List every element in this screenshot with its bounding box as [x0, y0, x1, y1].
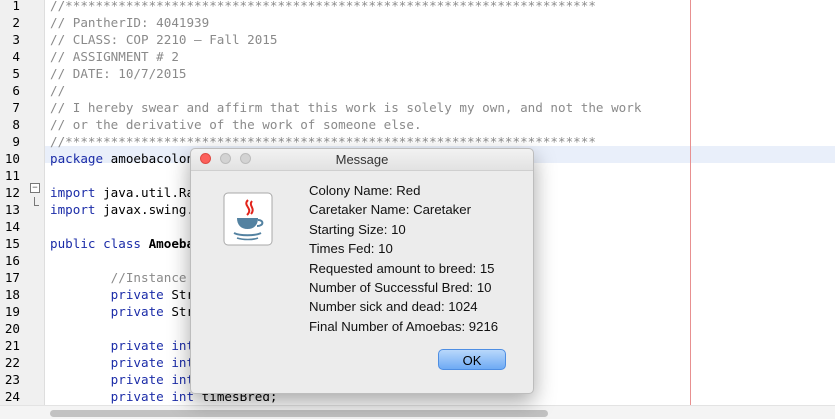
message-line: Requested amount to breed: 15 [309, 260, 495, 276]
line-number: 11 [4, 168, 20, 183]
code-token: // CLASS: COP 2210 – Fall 2015 [50, 32, 278, 47]
ok-button[interactable]: OK [438, 349, 506, 370]
line-number: 9 [12, 134, 20, 149]
code-token: private [50, 338, 164, 353]
message-line: Starting Size: 10 [309, 221, 406, 237]
line-number: 14 [4, 219, 20, 234]
fold-collapse-icon[interactable]: − [30, 183, 40, 193]
code-text[interactable]: // CLASS: COP 2210 – Fall 2015 [50, 31, 277, 48]
code-text[interactable]: // [50, 82, 65, 99]
message-line: Number of Successful Bred: 10 [309, 280, 492, 295]
code-token: import [50, 185, 96, 200]
line-number: 21 [4, 338, 20, 353]
code-text[interactable]: // DATE: 10/7/2015 [50, 65, 186, 82]
message-line: Colony Name: Red [309, 183, 421, 198]
code-token: // DATE: 10/7/2015 [50, 66, 187, 81]
line-number: 1 [12, 0, 20, 13]
fold-guide-end [34, 205, 39, 206]
scrollbar-thumb[interactable] [50, 410, 548, 417]
code-token: private [50, 372, 164, 387]
code-token: private [50, 287, 164, 302]
message-dialog: Message Colony Name: Red Caretaker Name: … [190, 148, 534, 394]
line-number: 4 [12, 49, 20, 64]
right-margin-guide [690, 0, 691, 405]
java-coffee-cup-icon [223, 192, 273, 246]
line-number: 18 [4, 287, 20, 302]
message-line: Caretaker Name: Caretaker [309, 202, 471, 218]
line-number: 3 [12, 32, 20, 47]
code-text[interactable]: //**************************************… [50, 0, 596, 14]
line-number: 20 [4, 321, 20, 336]
code-token: // ASSIGNMENT # 2 [50, 49, 179, 64]
code-token: //**************************************… [50, 134, 596, 149]
code-token: // or the derivative of the work of some… [50, 117, 422, 132]
line-number: 10 [4, 151, 20, 166]
line-number: 16 [4, 253, 20, 268]
code-token: private [50, 304, 164, 319]
line-number: 24 [4, 389, 20, 404]
line-number: 12 [4, 185, 20, 200]
line-number: 13 [4, 202, 20, 217]
dialog-title: Message [335, 152, 389, 167]
message-line: Number sick and dead: 1024 [309, 299, 478, 315]
code-text[interactable]: package amoebacolony; [50, 150, 209, 167]
code-token: import [50, 202, 96, 217]
code-token: // I hereby swear and affirm that this w… [50, 100, 642, 115]
line-number: 6 [12, 83, 20, 98]
code-token: // [50, 83, 66, 98]
code-token: // PantherID: 4041939 [50, 15, 210, 30]
code-token: private [50, 355, 164, 370]
line-number: 5 [12, 66, 20, 81]
line-number: 22 [4, 355, 20, 370]
message-line: Final Number of Amoebas: 9216 [309, 318, 499, 334]
line-number: 2 [12, 15, 20, 30]
code-token: private [50, 389, 164, 404]
horizontal-scrollbar[interactable] [0, 405, 835, 419]
dialog-titlebar[interactable]: Message [191, 149, 533, 171]
code-text[interactable]: // I hereby swear and affirm that this w… [50, 99, 641, 116]
line-number: 19 [4, 304, 20, 319]
line-number: 7 [12, 100, 20, 115]
code-token: //**************************************… [50, 0, 596, 13]
code-token: package [50, 151, 104, 166]
line-number: 23 [4, 372, 20, 387]
code-text[interactable]: // ASSIGNMENT # 2 [50, 48, 179, 65]
code-token: public class [50, 236, 141, 251]
message-line: Times Fed: 10 [309, 241, 393, 257]
code-text[interactable]: // PantherID: 4041939 [50, 14, 209, 31]
line-number: 17 [4, 270, 20, 285]
line-number: 8 [12, 117, 20, 132]
line-number: 15 [4, 236, 20, 251]
code-text[interactable]: // or the derivative of the work of some… [50, 116, 422, 133]
